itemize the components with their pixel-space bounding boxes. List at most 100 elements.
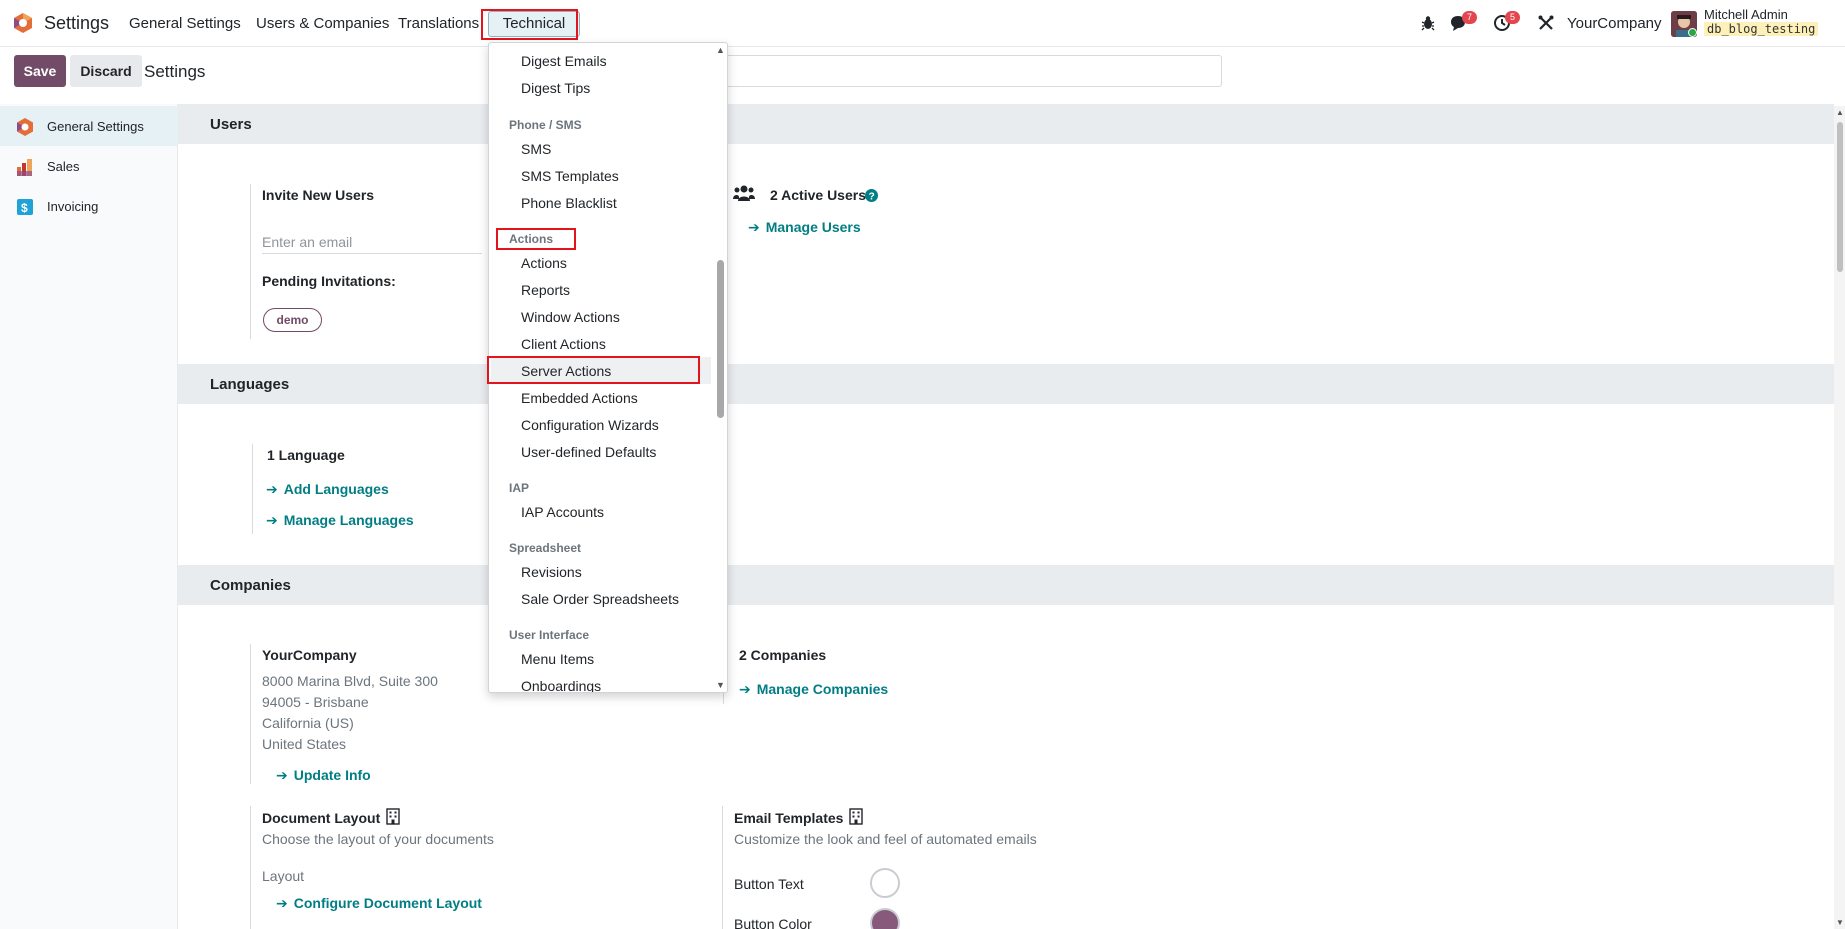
layout-label: Layout — [262, 868, 305, 884]
tools-wrench-icon[interactable] — [1537, 14, 1555, 32]
users-group-icon — [733, 185, 755, 201]
menu-item-sms[interactable]: SMS — [521, 141, 551, 157]
debug-bug-icon[interactable] — [1419, 14, 1437, 32]
page-title: Settings — [144, 62, 206, 81]
scroll-up-arrow-icon[interactable]: ▲ — [1836, 108, 1844, 117]
section-title: Companies — [210, 577, 291, 594]
sidebar-item-label: Sales — [47, 159, 80, 174]
company-switcher[interactable]: YourCompany — [1567, 15, 1662, 32]
company-address-line: 8000 Marina Blvd, Suite 300 — [262, 673, 438, 689]
menu-item-sms-templates[interactable]: SMS Templates — [521, 168, 619, 184]
pending-invitations-label: Pending Invitations: — [262, 273, 396, 289]
divider — [252, 444, 253, 534]
menu-item-server-actions[interactable]: Server Actions — [521, 363, 611, 379]
settings-search-input[interactable] — [720, 55, 1222, 87]
company-name: YourCompany — [262, 647, 357, 663]
activities-count-badge: 5 — [1505, 11, 1520, 24]
menu-translations[interactable]: Translations — [398, 15, 479, 32]
menu-item-onboardings[interactable]: Onboardings — [521, 678, 601, 692]
company-building-icon — [849, 808, 863, 825]
sidebar-item-sales[interactable]: Sales — [0, 146, 178, 186]
update-info-link[interactable]: ➔ Update Info — [276, 767, 371, 784]
odoo-settings-logo-icon[interactable] — [12, 12, 34, 34]
dropdown-scrollbar-thumb[interactable] — [717, 260, 724, 418]
menu-item-window-actions[interactable]: Window Actions — [521, 309, 620, 325]
menu-item-phone-blacklist[interactable]: Phone Blacklist — [521, 195, 617, 211]
scroll-down-arrow-icon[interactable]: ▼ — [1836, 918, 1844, 927]
menu-header-actions: Actions — [509, 232, 554, 246]
menu-item-actions[interactable]: Actions — [521, 255, 567, 271]
help-question-icon[interactable]: ? — [865, 189, 878, 202]
manage-users-label: Manage Users — [765, 219, 861, 235]
menu-header-user-interface: User Interface — [509, 628, 590, 642]
add-languages-label: Add Languages — [283, 481, 389, 497]
menu-technical[interactable]: Technical — [488, 11, 580, 37]
menu-item-iap-accounts[interactable]: IAP Accounts — [521, 504, 604, 520]
manage-languages-link[interactable]: ➔ Manage Languages — [266, 512, 414, 529]
arrow-right-icon: ➔ — [748, 219, 760, 235]
invite-email-input[interactable]: Enter an email — [262, 234, 482, 254]
menu-general-settings[interactable]: General Settings — [129, 15, 241, 32]
svg-text:$: $ — [21, 201, 28, 215]
update-info-label: Update Info — [293, 767, 371, 783]
menu-users-companies[interactable]: Users & Companies — [256, 15, 389, 32]
page-scrollbar-thumb[interactable] — [1837, 122, 1843, 272]
sales-app-icon — [17, 159, 32, 176]
menu-item-client-actions[interactable]: Client Actions — [521, 336, 606, 352]
menu-item-configuration-wizards[interactable]: Configuration Wizards — [521, 417, 659, 433]
sidebar-item-general-settings[interactable]: General Settings — [0, 106, 178, 146]
messages-count-badge: 7 — [1462, 11, 1477, 24]
settings-sidebar: General Settings Sales $ Invoicing — [0, 104, 178, 929]
manage-companies-link[interactable]: ➔ Manage Companies — [739, 681, 888, 698]
arrow-right-icon: ➔ — [739, 681, 751, 697]
menu-item-menu-items[interactable]: Menu Items — [521, 651, 594, 667]
arrow-right-icon: ➔ — [266, 481, 278, 497]
app-name[interactable]: Settings — [44, 13, 109, 34]
arrow-right-icon: ➔ — [266, 512, 278, 528]
configure-document-layout-link[interactable]: ➔ Configure Document Layout — [276, 895, 482, 912]
database-name: db_blog_testing — [1704, 22, 1819, 36]
companies-section-header: Companies — [178, 565, 1834, 605]
menu-item-embedded-actions[interactable]: Embedded Actions — [521, 390, 638, 406]
document-layout-description: Choose the layout of your documents — [262, 831, 494, 847]
divider — [722, 806, 723, 929]
menu-item-digest-emails[interactable]: Digest Emails — [521, 53, 607, 69]
company-building-icon — [386, 808, 400, 825]
technical-dropdown-menu: Digest Emails Digest Tips Phone / SMS SM… — [488, 42, 728, 693]
pending-invitation-tag[interactable]: demo — [263, 308, 322, 332]
dropdown-scroll-down-icon[interactable]: ▼ — [716, 680, 725, 690]
email-templates-description: Customize the look and feel of automated… — [734, 831, 1037, 847]
add-languages-link[interactable]: ➔ Add Languages — [266, 481, 389, 498]
button-text-color-picker[interactable] — [870, 868, 900, 898]
company-address-line: California (US) — [262, 715, 354, 731]
manage-languages-label: Manage Languages — [283, 512, 414, 528]
invoicing-app-icon: $ — [17, 199, 33, 215]
sidebar-item-label: Invoicing — [47, 199, 99, 214]
menu-item-revisions[interactable]: Revisions — [521, 564, 582, 580]
online-status-dot — [1688, 28, 1697, 37]
menu-header-phone-sms: Phone / SMS — [509, 118, 582, 132]
menu-header-iap: IAP — [509, 481, 530, 495]
menu-item-sale-order-spreadsheets[interactable]: Sale Order Spreadsheets — [521, 591, 679, 607]
users-section-header: Users — [178, 104, 1834, 144]
settings-app-icon — [17, 118, 33, 136]
dropdown-scroll-up-icon[interactable]: ▲ — [716, 45, 725, 55]
menu-item-user-defined-defaults[interactable]: User-defined Defaults — [521, 444, 656, 460]
companies-count: 2 Companies — [739, 647, 827, 663]
menu-item-reports[interactable]: Reports — [521, 282, 570, 298]
arrow-right-icon: ➔ — [276, 895, 288, 911]
user-name[interactable]: Mitchell Admin — [1704, 7, 1788, 22]
manage-companies-label: Manage Companies — [756, 681, 889, 697]
manage-users-link[interactable]: ➔ Manage Users — [748, 219, 861, 236]
menu-item-digest-tips[interactable]: Digest Tips — [521, 80, 590, 96]
divider — [250, 644, 251, 784]
menu-header-spreadsheet: Spreadsheet — [509, 541, 582, 555]
sidebar-item-invoicing[interactable]: $ Invoicing — [0, 186, 178, 226]
invite-users-label: Invite New Users — [262, 187, 375, 203]
language-count: 1 Language — [267, 447, 345, 463]
button-color-picker[interactable] — [870, 908, 900, 929]
discard-button[interactable]: Discard — [70, 55, 142, 87]
save-button[interactable]: Save — [14, 55, 66, 87]
section-title: Users — [210, 116, 252, 133]
active-users-count: 2 Active Users — [770, 187, 866, 203]
